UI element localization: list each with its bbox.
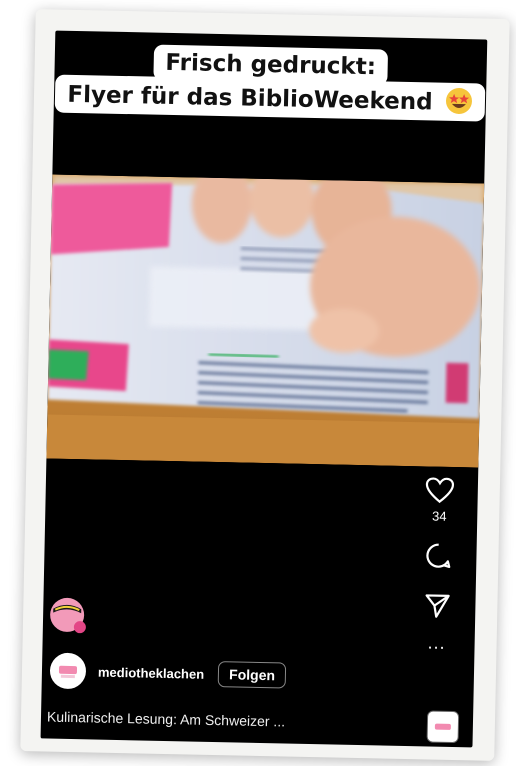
video-frame[interactable] (46, 174, 485, 468)
username[interactable]: mediotheklachen (98, 664, 204, 681)
reel-screen: Frisch gedruckt: Flyer für das BiblioWee… (40, 30, 488, 748)
heart-icon[interactable] (420, 476, 461, 505)
action-bar: 34 ... (417, 476, 461, 653)
video-caption: Frisch gedruckt: Flyer für das BiblioWee… (54, 43, 487, 122)
like-count: 34 (431, 508, 447, 524)
more-icon[interactable]: ... (417, 632, 457, 652)
reel-description[interactable]: Kulinarische Lesung: Am Schweizer ... (47, 709, 285, 730)
send-icon[interactable] (417, 591, 458, 620)
account-row: mediotheklachen Folgen (49, 651, 287, 696)
avatar[interactable] (49, 652, 87, 690)
caption-line-2: Flyer für das BiblioWeekend (55, 74, 486, 122)
avatar-sticker (49, 595, 90, 636)
audio-thumbnail[interactable] (426, 710, 460, 744)
caption-text-2: Flyer für das BiblioWeekend (67, 81, 433, 116)
photo-print-frame: Frisch gedruckt: Flyer für das BiblioWee… (20, 9, 510, 761)
follow-button[interactable]: Folgen (217, 661, 287, 689)
caption-text-1: Frisch gedruckt: (165, 49, 377, 81)
star-struck-emoji-icon (444, 87, 473, 116)
comment-icon[interactable] (418, 541, 459, 570)
